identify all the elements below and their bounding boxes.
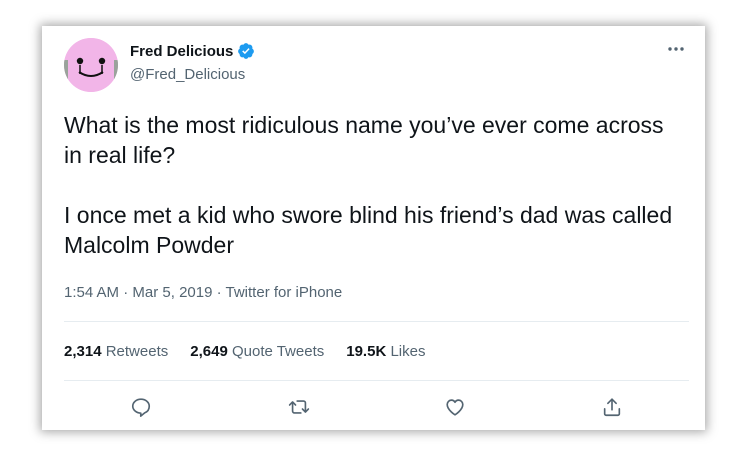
reply-button[interactable] <box>126 392 156 422</box>
tweet-time[interactable]: 1:54 AM <box>64 284 119 301</box>
tweet-text-paragraph-1: What is the most ridiculous name you’ve … <box>64 112 664 168</box>
tweet-card: Fred Delicious @Fred_Delicious What is t… <box>42 26 705 430</box>
share-icon <box>603 398 621 417</box>
likes-count: 19.5K <box>346 343 387 360</box>
share-button[interactable] <box>597 392 627 422</box>
tweet-stats: 2,314 Retweets 2,649 Quote Tweets 19.5K … <box>64 343 447 360</box>
likes-stat[interactable]: 19.5K Likes <box>346 343 425 360</box>
likes-label: Likes <box>390 343 426 360</box>
like-button[interactable] <box>440 392 470 422</box>
tweet-date[interactable]: Mar 5, 2019 <box>132 284 212 301</box>
reply-icon <box>131 398 151 417</box>
tweet-text: What is the most ridiculous name you’ve … <box>64 110 684 260</box>
more-dots-icon <box>668 47 684 51</box>
tweet-source[interactable]: Twitter for iPhone <box>226 284 343 301</box>
divider <box>64 321 689 322</box>
tweet-text-paragraph-2: I once met a kid who swore blind his fri… <box>64 202 673 258</box>
quote-tweets-count: 2,649 <box>190 343 228 360</box>
retweet-button[interactable] <box>284 392 314 422</box>
tweet-metadata: 1:54 AM · Mar 5, 2019 · Twitter for iPho… <box>64 284 342 301</box>
action-bar <box>42 392 705 422</box>
divider <box>64 380 689 381</box>
author-handle[interactable]: @Fred_Delicious <box>130 66 245 83</box>
retweets-stat[interactable]: 2,314 Retweets <box>64 343 168 360</box>
more-options-button[interactable] <box>665 38 687 60</box>
avatar-face-icon <box>64 38 118 92</box>
author-name-row[interactable]: Fred Delicious <box>130 42 255 60</box>
meta-separator: · <box>216 284 222 301</box>
quote-tweets-stat[interactable]: 2,649 Quote Tweets <box>190 343 324 360</box>
meta-separator: · <box>123 284 129 301</box>
like-icon <box>446 399 464 416</box>
verified-badge-icon <box>237 42 255 60</box>
retweets-count: 2,314 <box>64 343 102 360</box>
retweets-label: Retweets <box>105 343 169 360</box>
retweet-icon <box>288 400 310 414</box>
avatar[interactable] <box>64 38 118 92</box>
quote-tweets-label: Quote Tweets <box>231 343 325 360</box>
display-name[interactable]: Fred Delicious <box>130 43 233 60</box>
